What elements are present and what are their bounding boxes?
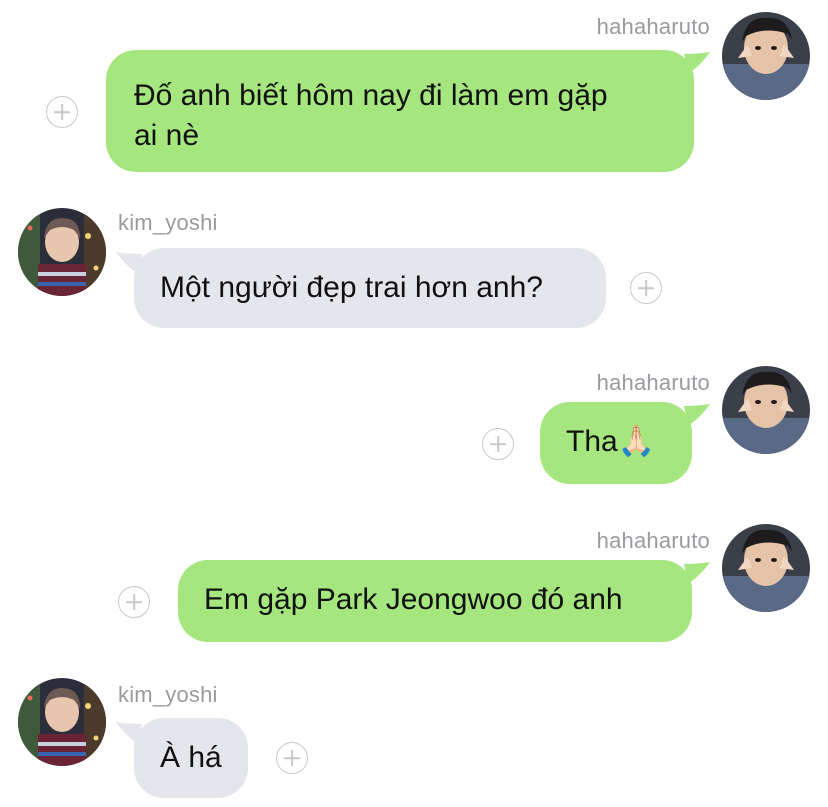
message-text: Đố anh biết hôm nay đi làm em gặp ai nè bbox=[134, 79, 608, 152]
message-text: À há bbox=[160, 741, 222, 774]
avatar[interactable] bbox=[722, 12, 810, 100]
message-bubble[interactable]: À há bbox=[134, 718, 248, 798]
message-bubble[interactable]: Một người đẹp trai hơn anh? bbox=[134, 248, 606, 328]
message-bubble[interactable]: Tha🙏🏻 bbox=[540, 402, 692, 484]
message-row: hahaharuto Tha🙏🏻 bbox=[0, 360, 828, 490]
sender-username: kim_yoshi bbox=[118, 682, 218, 707]
avatar[interactable] bbox=[18, 208, 106, 296]
avatar[interactable] bbox=[722, 524, 810, 612]
folded-hands-emoji: 🙏🏻 bbox=[617, 425, 656, 458]
message-row: hahaharuto Đố anh biết hôm nay đi làm em… bbox=[0, 0, 828, 180]
message-bubble[interactable]: Đố anh biết hôm nay đi làm em gặp ai nè bbox=[106, 50, 694, 172]
bubble-tail bbox=[116, 252, 142, 276]
bubble-tail bbox=[116, 722, 142, 746]
message-row: kim_yoshi Một người đẹp trai hơn anh? bbox=[0, 200, 828, 340]
sender-username: hahaharuto bbox=[596, 370, 710, 395]
bubble-tail bbox=[684, 562, 710, 586]
bubble-tail bbox=[684, 404, 710, 428]
add-reaction-button[interactable] bbox=[118, 586, 150, 618]
message-row: hahaharuto Em gặp Park Jeongwoo đó anh bbox=[0, 518, 828, 648]
avatar[interactable] bbox=[18, 678, 106, 766]
sender-username: hahaharuto bbox=[596, 14, 710, 39]
sender-username: hahaharuto bbox=[596, 528, 710, 553]
add-reaction-button[interactable] bbox=[482, 428, 514, 460]
add-reaction-button[interactable] bbox=[46, 96, 78, 128]
add-reaction-button[interactable] bbox=[630, 272, 662, 304]
avatar[interactable] bbox=[722, 366, 810, 454]
message-row: kim_yoshi À há bbox=[0, 672, 828, 807]
message-bubble[interactable]: Em gặp Park Jeongwoo đó anh bbox=[178, 560, 692, 642]
add-reaction-button[interactable] bbox=[276, 742, 308, 774]
message-text: Em gặp Park Jeongwoo đó anh bbox=[204, 583, 623, 616]
message-text: Một người đẹp trai hơn anh? bbox=[160, 271, 543, 304]
sender-username: kim_yoshi bbox=[118, 210, 218, 235]
bubble-tail bbox=[684, 52, 710, 76]
message-text: Tha bbox=[566, 425, 618, 458]
